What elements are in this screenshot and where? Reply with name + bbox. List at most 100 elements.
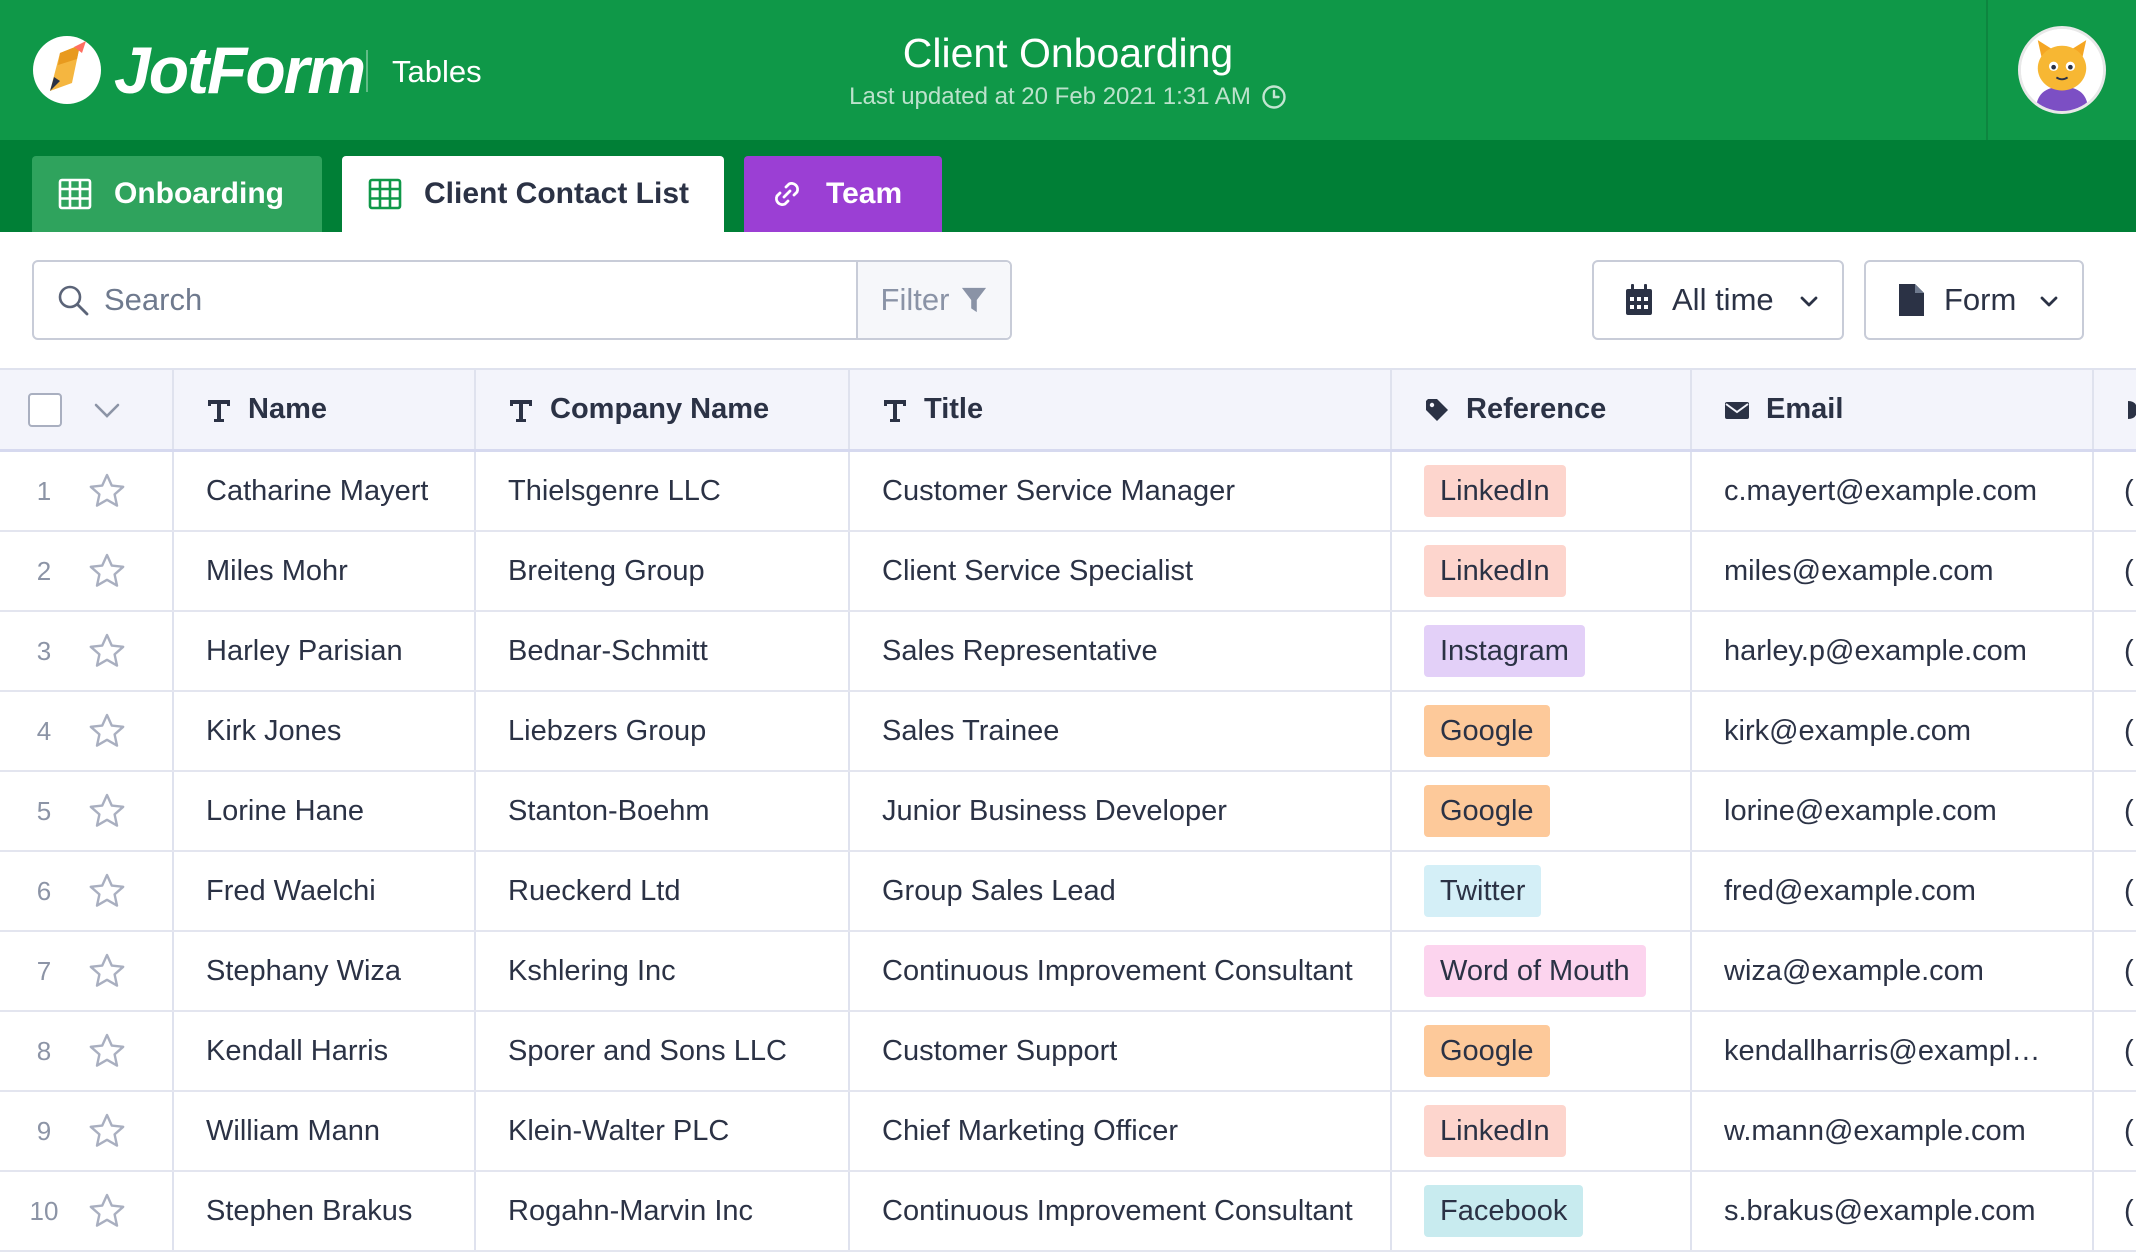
tab-client-contact-list[interactable]: Client Contact List: [342, 156, 724, 232]
star-icon[interactable]: [88, 952, 126, 990]
cell-phone-overflow[interactable]: (: [2124, 692, 2136, 770]
cell-reference[interactable]: LinkedIn: [1424, 532, 1566, 610]
cell-company-name[interactable]: Breiteng Group: [508, 532, 705, 610]
cell-title[interactable]: Customer Support: [882, 1012, 1117, 1090]
cell-reference[interactable]: Instagram: [1424, 612, 1585, 690]
table-row[interactable]: 5 Lorine Hane Stanton-Boehm Junior Business…: [0, 772, 2136, 852]
cell-name[interactable]: Stephen Brakus: [206, 1172, 412, 1250]
star-icon[interactable]: [88, 632, 126, 670]
star-icon[interactable]: [88, 1112, 126, 1150]
cell-email[interactable]: harley.p@example.com: [1724, 612, 2054, 690]
column-header-email[interactable]: Email: [1724, 370, 1843, 449]
star-icon[interactable]: [88, 552, 126, 590]
table-row[interactable]: 9 William Mann Klein-Walter PLC Chief Marke…: [0, 1092, 2136, 1172]
cell-email[interactable]: lorine@example.com: [1724, 772, 2054, 850]
cell-name[interactable]: Miles Mohr: [206, 532, 348, 610]
table-row[interactable]: 2 Miles Mohr Breiteng Group Client Service …: [0, 532, 2136, 612]
time-range-dropdown[interactable]: All time: [1592, 260, 1844, 340]
app-name[interactable]: Tables: [392, 52, 482, 92]
column-header-title[interactable]: Title: [882, 370, 983, 449]
cell-title[interactable]: Client Service Specialist: [882, 532, 1193, 610]
table-row[interactable]: 4 Kirk Jones Liebzers Group Sales Trainee Go…: [0, 692, 2136, 772]
tab-onboarding[interactable]: Onboarding: [32, 156, 322, 232]
form-dropdown[interactable]: Form: [1864, 260, 2084, 340]
select-all-checkbox[interactable]: [28, 392, 62, 427]
cell-reference[interactable]: Google: [1424, 692, 1550, 770]
cell-name[interactable]: William Mann: [206, 1092, 380, 1170]
table-row[interactable]: 7 Stephany Wiza Kshlering Inc Continuous Im…: [0, 932, 2136, 1012]
cell-company-name[interactable]: Stanton-Boehm: [508, 772, 710, 850]
table-row[interactable]: 8 Kendall Harris Sporer and Sons LLC Custom…: [0, 1012, 2136, 1092]
cell-phone-overflow[interactable]: (: [2124, 1012, 2136, 1090]
cell-phone-overflow[interactable]: (: [2124, 1172, 2136, 1250]
cell-name[interactable]: Lorine Hane: [206, 772, 364, 850]
tab-team[interactable]: Team: [744, 156, 942, 232]
cell-phone-overflow[interactable]: (: [2124, 532, 2136, 610]
cell-title[interactable]: Chief Marketing Officer: [882, 1092, 1178, 1170]
cell-email[interactable]: w.mann@example.com: [1724, 1092, 2054, 1170]
cell-reference[interactable]: LinkedIn: [1424, 452, 1566, 530]
cell-email[interactable]: kendallharris@example....: [1724, 1012, 2054, 1090]
cell-name[interactable]: Stephany Wiza: [206, 932, 401, 1010]
cell-title[interactable]: Continuous Improvement Consultant: [882, 1172, 1353, 1250]
clock-icon[interactable]: [1261, 84, 1287, 110]
column-header-reference[interactable]: Reference: [1424, 370, 1606, 449]
cell-reference[interactable]: Google: [1424, 1012, 1550, 1090]
cell-title[interactable]: Sales Representative: [882, 612, 1158, 690]
cell-phone-overflow[interactable]: (: [2124, 932, 2136, 1010]
cell-phone-overflow[interactable]: (: [2124, 852, 2136, 930]
filter-button[interactable]: Filter: [856, 262, 1010, 338]
page-title[interactable]: Client Onboarding: [768, 26, 1368, 80]
cell-reference[interactable]: LinkedIn: [1424, 1092, 1566, 1170]
search-input[interactable]: [104, 282, 884, 318]
cell-name[interactable]: Kendall Harris: [206, 1012, 388, 1090]
cell-title[interactable]: Continuous Improvement Consultant: [882, 932, 1353, 1010]
cell-company-name[interactable]: Sporer and Sons LLC: [508, 1012, 787, 1090]
user-avatar-icon: [2021, 29, 2103, 111]
cell-company-name[interactable]: Rogahn-Marvin Inc: [508, 1172, 753, 1250]
star-icon[interactable]: [88, 472, 126, 510]
column-header-name[interactable]: Name: [206, 370, 327, 449]
cell-title[interactable]: Sales Trainee: [882, 692, 1059, 770]
cell-title[interactable]: Group Sales Lead: [882, 852, 1116, 930]
cell-company-name[interactable]: Rueckerd Ltd: [508, 852, 681, 930]
cell-phone-overflow[interactable]: (: [2124, 452, 2136, 530]
table-row[interactable]: 6 Fred Waelchi Rueckerd Ltd Group Sales Lea…: [0, 852, 2136, 932]
star-icon[interactable]: [88, 1192, 126, 1230]
cell-email[interactable]: c.mayert@example.com: [1724, 452, 2054, 530]
cell-reference[interactable]: Twitter: [1424, 852, 1542, 930]
cell-name[interactable]: Harley Parisian: [206, 612, 403, 690]
jotform-logo[interactable]: JotForm: [30, 30, 366, 110]
avatar[interactable]: [2018, 26, 2106, 114]
cell-phone-overflow[interactable]: (: [2124, 772, 2136, 850]
cell-phone-overflow[interactable]: (: [2124, 1092, 2136, 1170]
star-icon[interactable]: [88, 712, 126, 750]
cell-email[interactable]: s.brakus@example.com: [1724, 1172, 2054, 1250]
chevron-down-icon[interactable]: [92, 395, 122, 425]
cell-reference[interactable]: Google: [1424, 772, 1550, 850]
cell-company-name[interactable]: Kshlering Inc: [508, 932, 676, 1010]
table-row[interactable]: 3 Harley Parisian Bednar-Schmitt Sales Repr…: [0, 612, 2136, 692]
column-header-company-name[interactable]: Company Name: [508, 370, 769, 449]
star-icon[interactable]: [88, 792, 126, 830]
table-row[interactable]: 10 Stephen Brakus Rogahn-Marvin Inc Continu…: [0, 1172, 2136, 1252]
cell-company-name[interactable]: Klein-Walter PLC: [508, 1092, 729, 1170]
cell-email[interactable]: wiza@example.com: [1724, 932, 2054, 1010]
cell-company-name[interactable]: Thielsgenre LLC: [508, 452, 721, 530]
cell-company-name[interactable]: Bednar-Schmitt: [508, 612, 708, 690]
cell-title[interactable]: Customer Service Manager: [882, 452, 1235, 530]
cell-email[interactable]: fred@example.com: [1724, 852, 2054, 930]
cell-email[interactable]: miles@example.com: [1724, 532, 2054, 610]
cell-reference[interactable]: Facebook: [1424, 1172, 1584, 1250]
cell-title[interactable]: Junior Business Developer: [882, 772, 1227, 850]
cell-phone-overflow[interactable]: (: [2124, 612, 2136, 690]
cell-reference[interactable]: Word of Mouth: [1424, 932, 1646, 1010]
cell-email[interactable]: kirk@example.com: [1724, 692, 2054, 770]
star-icon[interactable]: [88, 872, 126, 910]
cell-name[interactable]: Fred Waelchi: [206, 852, 376, 930]
cell-name[interactable]: Catharine Mayert: [206, 452, 428, 530]
table-row[interactable]: 1 Catharine Mayert Thielsgenre LLC Customer…: [0, 452, 2136, 532]
cell-name[interactable]: Kirk Jones: [206, 692, 341, 770]
cell-company-name[interactable]: Liebzers Group: [508, 692, 706, 770]
star-icon[interactable]: [88, 1032, 126, 1070]
